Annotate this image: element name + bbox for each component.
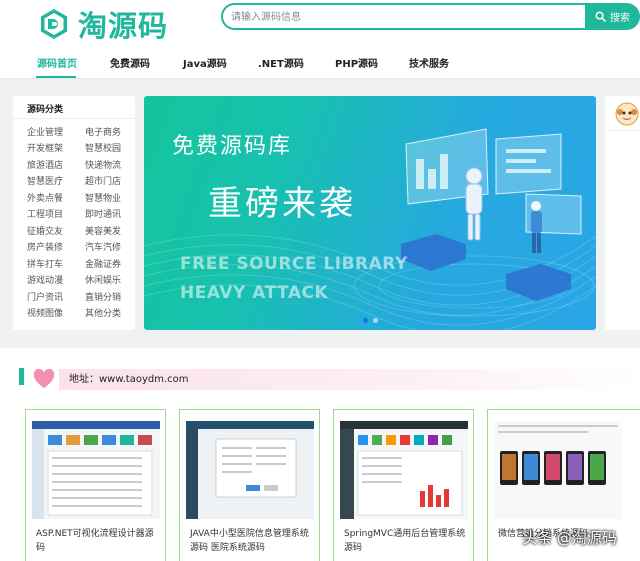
category-item[interactable]: 智慧校园 (85, 141, 121, 154)
card-screenshot (32, 421, 160, 519)
category-item[interactable]: 汽车汽修 (85, 240, 121, 253)
banner-subheadline: 重磅来袭 (208, 184, 356, 224)
section-accent-bar (19, 368, 24, 385)
card-thumbnail-graphic (340, 421, 468, 519)
category-item[interactable]: 直销分销 (85, 290, 121, 303)
card-title: ASP.NET可视化流程设计器源码 (36, 529, 154, 553)
nav-item-home[interactable]: 源码首页 (37, 55, 77, 70)
category-item[interactable]: 旅游酒店 (27, 158, 63, 171)
heart-icon (33, 369, 55, 389)
source-card[interactable]: ASP.NET可视化流程设计器源码 (25, 409, 166, 561)
category-item[interactable]: 视频图像 (27, 306, 63, 319)
hero-banner[interactable]: 免费源码库 重磅来袭 FREE SOURCE LIBRARY HEAVY ATT… (144, 96, 596, 330)
category-sidebar: 源码分类 企业管理 电子商务 开发框架 智慧校园 旅游酒店 快递物流 智慧医疗 … (13, 96, 135, 330)
category-item[interactable]: 拼车打车 (27, 257, 63, 270)
category-item[interactable]: 房产装修 (27, 240, 63, 253)
category-item[interactable]: 智慧医疗 (27, 174, 63, 187)
card-thumbnail-graphic (32, 421, 160, 519)
nav-item-free-source[interactable]: 免费源码 (110, 55, 150, 70)
watermark-text: 头条 @淘源码 (522, 529, 617, 547)
category-item[interactable]: 企业管理 (27, 125, 63, 138)
source-card[interactable]: JAVA中小型医院信息管理系统源码 医院系统源码 (179, 409, 320, 561)
card-screenshot (186, 421, 314, 519)
site-address: 地址：www.taoydm.com (59, 369, 640, 390)
card-screenshot (494, 421, 622, 519)
search-button[interactable]: 搜索 (585, 3, 640, 30)
carousel-dot[interactable] (373, 318, 378, 323)
site-logo[interactable]: 淘源码 (38, 3, 168, 45)
nav-active-indicator (36, 76, 76, 78)
monkey-avatar-icon (615, 102, 639, 126)
category-item[interactable]: 金融证券 (85, 257, 121, 270)
category-item[interactable]: 即时通讯 (85, 207, 121, 220)
card-screenshot (340, 421, 468, 519)
category-item[interactable]: 美容美发 (85, 224, 121, 237)
category-item[interactable]: 外卖点餐 (27, 191, 63, 204)
search-input[interactable] (229, 5, 573, 30)
category-item[interactable]: 智慧物业 (85, 191, 121, 204)
nav-item-tech-service[interactable]: 技术服务 (409, 55, 449, 70)
search-box (221, 3, 585, 30)
card-title: JAVA中小型医院信息管理系统源码 医院系统源码 (190, 529, 309, 553)
site-header: 淘源码 搜索 源码首页 免费源码 Java源码 .NET源码 PHP源码 技术服… (0, 0, 640, 79)
category-item[interactable]: 游戏动漫 (27, 273, 63, 286)
sidebar-title: 源码分类 (27, 105, 64, 115)
logo-icon (41, 9, 67, 39)
category-item[interactable]: 其他分类 (85, 306, 121, 319)
nav-item-dotnet-source[interactable]: .NET源码 (258, 55, 304, 70)
logo-text: 淘源码 (78, 9, 169, 43)
nav-item-php-source[interactable]: PHP源码 (335, 55, 378, 70)
search-button-label: 搜索 (610, 13, 630, 24)
category-item[interactable]: 电子商务 (85, 125, 121, 138)
banner-english-line2: HEAVY ATTACK (180, 283, 329, 303)
carousel-dot-active[interactable] (363, 318, 368, 323)
search-icon (595, 11, 606, 22)
category-item[interactable]: 征婚交友 (27, 224, 63, 237)
right-panel-divider (605, 130, 640, 131)
card-thumbnail-graphic (186, 421, 314, 519)
nav-item-java-source[interactable]: Java源码 (183, 55, 227, 70)
category-item[interactable]: 超市门店 (85, 174, 121, 187)
category-item[interactable]: 门户资讯 (27, 290, 63, 303)
banner-english-line1: FREE SOURCE LIBRARY (180, 254, 408, 274)
category-item[interactable]: 快递物流 (85, 158, 121, 171)
card-title: SpringMVC通用后台管理系统源码 (344, 529, 466, 553)
banner-headline: 免费源码库 (172, 134, 293, 159)
sidebar-divider (13, 118, 135, 119)
category-item[interactable]: 休闲娱乐 (85, 273, 121, 286)
right-panel (605, 96, 640, 330)
source-card[interactable]: SpringMVC通用后台管理系统源码 (333, 409, 474, 561)
category-item[interactable]: 工程项目 (27, 207, 63, 220)
card-thumbnail-graphic (494, 421, 622, 519)
category-item[interactable]: 开发框架 (27, 141, 63, 154)
robot-illustration (401, 128, 582, 301)
